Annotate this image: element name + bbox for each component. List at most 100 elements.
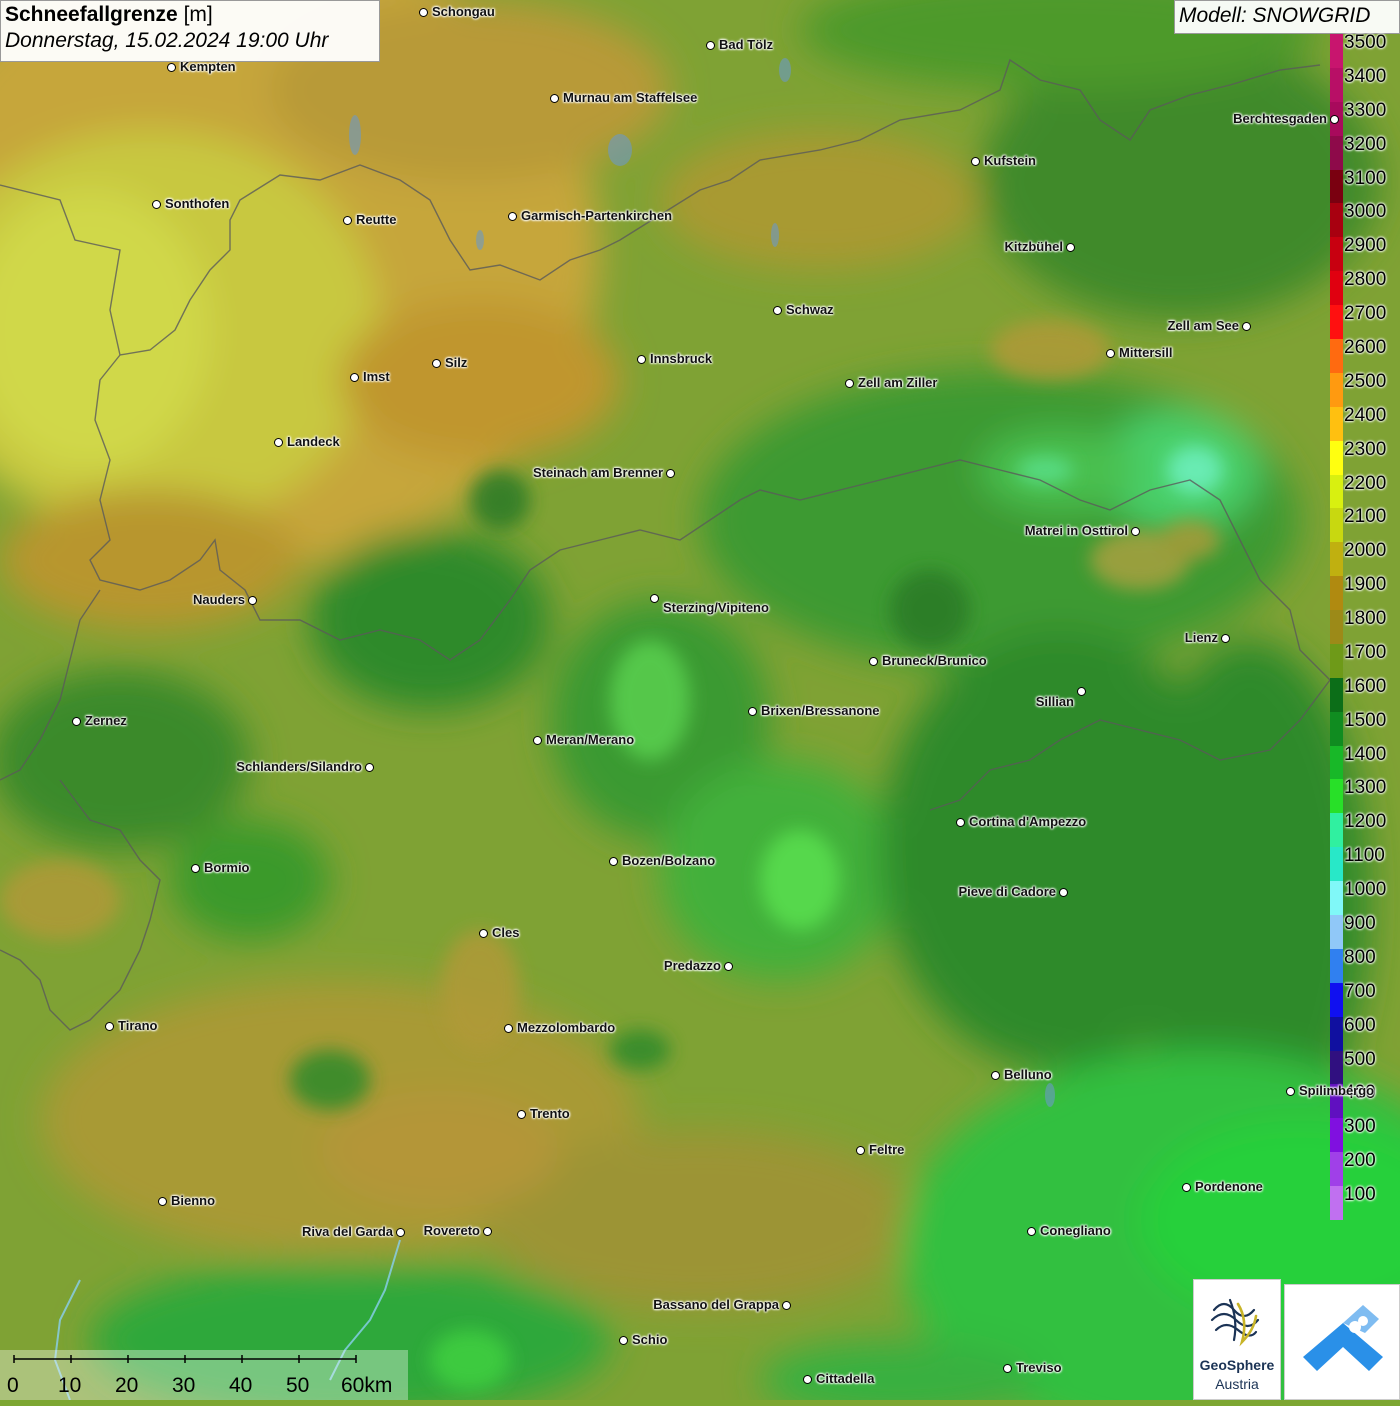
city-label: Garmisch-Partenkirchen — [521, 208, 673, 223]
city-marker — [706, 41, 715, 50]
legend-swatch — [1330, 169, 1343, 204]
legend-label: 1700 — [1344, 641, 1387, 663]
legend-label: 2800 — [1344, 269, 1387, 291]
city-label: Silz — [445, 355, 468, 370]
legend-swatch — [1330, 34, 1343, 69]
scale-label-10: 10 — [58, 1374, 82, 1397]
city-label: Predazzo — [663, 958, 721, 973]
legend-label: 1600 — [1344, 675, 1387, 697]
city-marker — [1182, 1183, 1191, 1192]
city-marker — [343, 216, 352, 225]
city-marker — [274, 438, 283, 447]
map-title-box: Schneefallgrenze [m] Donnerstag, 15.02.2… — [0, 0, 380, 62]
legend-label: 3400 — [1344, 65, 1387, 87]
legend-label: 3100 — [1344, 167, 1387, 189]
city-label: Zell am See — [1167, 318, 1239, 333]
city-marker — [72, 717, 81, 726]
city-marker — [650, 594, 659, 603]
city-marker — [609, 857, 618, 866]
city-label: Landeck — [287, 434, 340, 449]
city-marker — [248, 596, 257, 605]
city-marker — [365, 763, 374, 772]
geosphere-logo-line1: GeoSphere — [1199, 1357, 1275, 1373]
legend-swatch — [1330, 813, 1343, 848]
city-label: Murnau am Staffelsee — [563, 90, 698, 105]
legend-swatch — [1330, 745, 1343, 780]
legend-label: 2900 — [1344, 235, 1387, 257]
scale-label-40: 40 — [229, 1374, 253, 1397]
legend-label: 1100 — [1344, 845, 1385, 867]
city-marker — [1286, 1087, 1295, 1096]
city-label: Sterzing/Vipiteno — [663, 600, 769, 615]
city-label: Sillian — [1035, 694, 1074, 709]
legend-swatch — [1330, 338, 1343, 374]
legend-swatch — [1330, 135, 1343, 171]
snowgrid-logo — [1284, 1284, 1400, 1400]
legend-label: 2300 — [1344, 438, 1387, 460]
city-label: Imst — [363, 369, 390, 384]
city-label: Cittadella — [816, 1371, 875, 1386]
city-label: Reutte — [356, 212, 397, 227]
city-label: Meran/Merano — [546, 732, 635, 747]
legend-swatch — [1330, 1016, 1343, 1052]
city-label: Sonthofen — [165, 196, 230, 211]
legend-swatch — [1330, 1050, 1343, 1085]
legend-swatch — [1330, 406, 1343, 442]
city-label: Schwaz — [786, 302, 834, 317]
legend-swatch — [1330, 576, 1343, 611]
city-label: Schongau — [432, 4, 495, 19]
city-marker — [1106, 349, 1115, 358]
legend-swatch — [1330, 948, 1343, 984]
city-label: Bienno — [171, 1193, 216, 1208]
map-title: Schneefallgrenze [m] — [5, 3, 375, 27]
city-label: Zell am Ziller — [858, 375, 938, 390]
legend-swatch — [1330, 305, 1343, 340]
scale-label-0: 0 — [7, 1374, 19, 1397]
legend-swatch — [1330, 610, 1343, 645]
legend-label: 3300 — [1344, 99, 1387, 121]
legend-label: 1500 — [1344, 709, 1387, 731]
scale-bar: 0 10 20 30 40 50 60km — [0, 1350, 408, 1400]
legend-label: 300 — [1344, 1116, 1376, 1138]
city-marker — [1077, 687, 1086, 696]
city-label: Zernez — [85, 713, 127, 728]
legend-label: 3000 — [1344, 201, 1387, 223]
legend-swatch — [1330, 677, 1343, 713]
city-marker — [550, 94, 559, 103]
city-marker — [724, 962, 733, 971]
legend-swatch — [1330, 440, 1343, 475]
city-label: Bad Tölz — [719, 37, 774, 52]
legend-swatch — [1330, 271, 1343, 306]
city-label: Bormio — [204, 860, 250, 875]
city-label: Steinach am Brenner — [532, 465, 663, 480]
scale-label-50: 50 — [286, 1374, 310, 1397]
city-marker — [1027, 1227, 1036, 1236]
legend-swatch — [1330, 542, 1343, 577]
city-marker — [1330, 115, 1339, 124]
city-label: Mezzolombardo — [517, 1020, 616, 1035]
legend-label: 1900 — [1344, 574, 1387, 596]
city-label: Brixen/Bressanone — [761, 703, 880, 718]
scale-label-60km: 60km — [341, 1374, 393, 1397]
city-label: Conegliano — [1040, 1223, 1111, 1238]
city-marker — [105, 1022, 114, 1031]
legend-swatch — [1330, 474, 1343, 509]
city-marker — [167, 63, 176, 72]
city-label: Belluno — [1004, 1067, 1052, 1082]
city-label: Schlanders/Silandro — [236, 759, 362, 774]
city-label: Matrei in Osttirol — [1024, 523, 1128, 538]
map-title-parameter: Schneefallgrenze — [5, 3, 178, 26]
geosphere-logo-line2: Austria — [1215, 1376, 1259, 1392]
city-label: Spilimbergo — [1299, 1083, 1375, 1098]
city-marker — [869, 657, 878, 666]
legend-label: 500 — [1344, 1048, 1376, 1070]
city-label: Mittersill — [1119, 345, 1173, 360]
legend-swatch — [1330, 1152, 1343, 1187]
legend-label: 2500 — [1344, 370, 1387, 392]
city-marker — [666, 469, 675, 478]
map-datetime: Donnerstag, 15.02.2024 19:00 Uhr — [5, 29, 329, 52]
city-label: Schio — [632, 1332, 668, 1347]
legend-label: 700 — [1344, 980, 1376, 1002]
legend-label: 1300 — [1344, 777, 1387, 799]
city-marker — [803, 1375, 812, 1384]
